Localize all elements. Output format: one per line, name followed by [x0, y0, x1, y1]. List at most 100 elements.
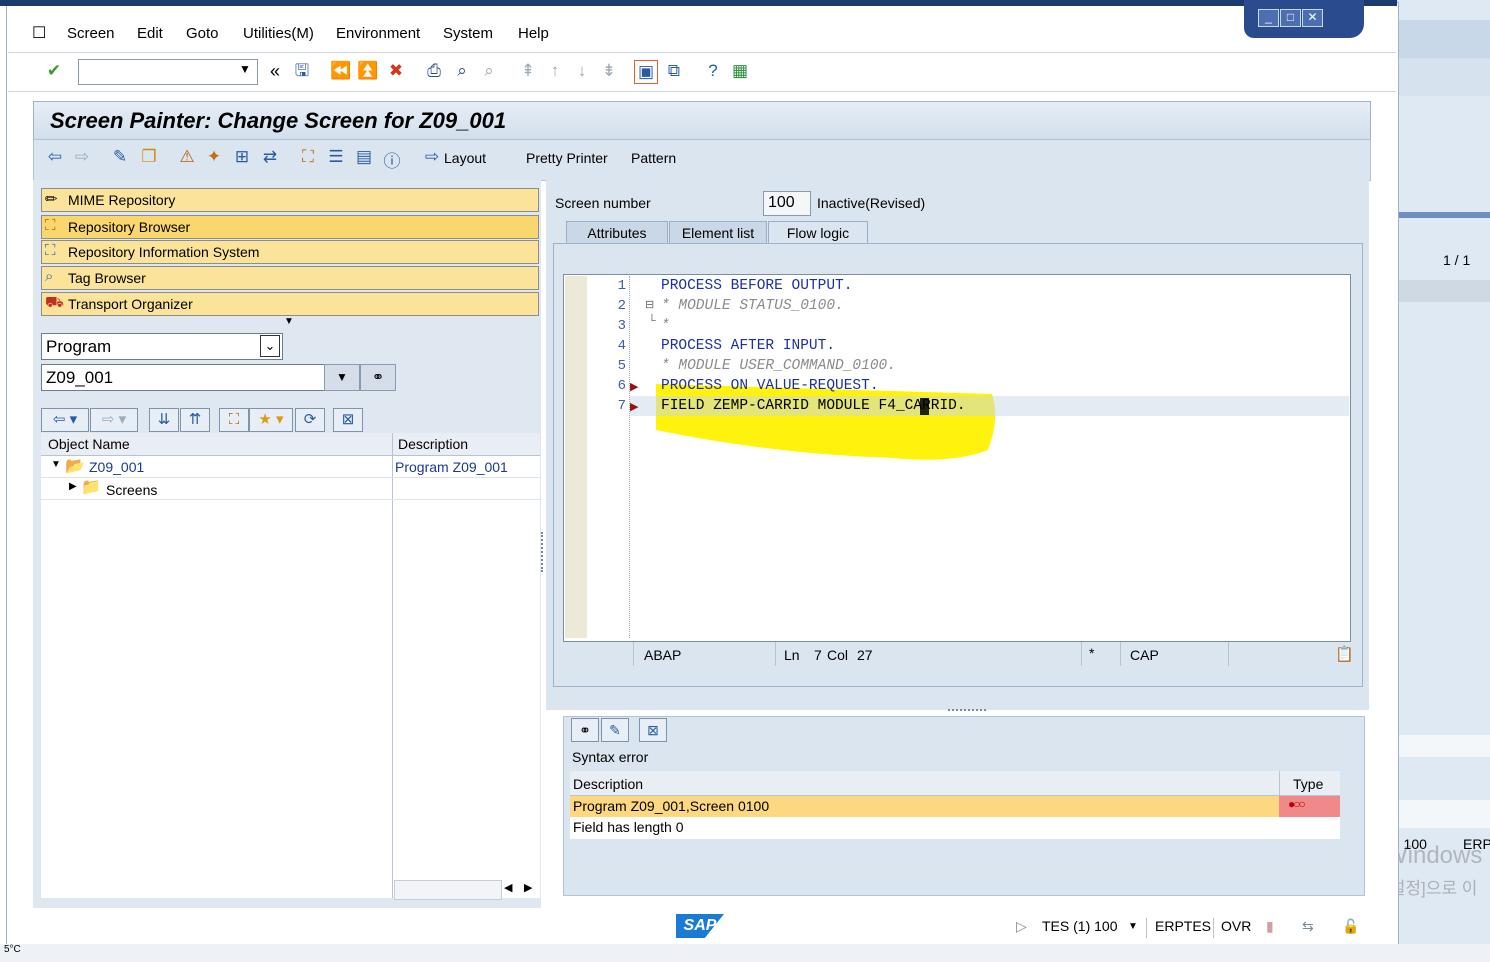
- table-row[interactable]: ▶ 📁 Screens: [41, 478, 540, 500]
- activate-icon[interactable]: ✦: [203, 147, 225, 167]
- display-glasses-icon[interactable]: ⚭: [360, 364, 396, 391]
- menu-icon[interactable]: ☐: [32, 23, 46, 43]
- print-icon[interactable]: ⎙: [423, 60, 445, 82]
- tab-flow-logic[interactable]: Flow logic: [768, 221, 868, 245]
- menu-system[interactable]: System: [443, 25, 493, 42]
- new-session-icon[interactable]: ▣: [634, 60, 658, 84]
- screen-number-field[interactable]: 100: [763, 191, 811, 216]
- favorites-star-icon[interactable]: ★ ▾: [249, 408, 293, 432]
- nav-mime-repository[interactable]: ✏ MIME Repository: [41, 188, 539, 212]
- nav-tag-browser[interactable]: ⌕ Tag Browser: [41, 266, 539, 290]
- element-list-icon[interactable]: ☰: [325, 147, 347, 167]
- customize-layout-icon[interactable]: ▦: [729, 60, 751, 82]
- col-description[interactable]: Description: [398, 436, 468, 452]
- display-error-icon[interactable]: ⚭: [571, 718, 599, 742]
- screen-status: Inactive(Revised): [817, 195, 926, 211]
- close-icon[interactable]: ✕: [1302, 9, 1323, 27]
- pattern-button[interactable]: Pattern: [631, 150, 676, 166]
- nav-transport-organizer[interactable]: ⛟ Transport Organizer: [41, 292, 539, 316]
- find-icon[interactable]: ⌕: [451, 60, 473, 82]
- tree-hierarchy-icon[interactable]: ⛶: [219, 408, 249, 432]
- menu-screen[interactable]: Screen: [67, 25, 115, 42]
- table-row[interactable]: Field has length 0: [570, 817, 1340, 838]
- menu-environment[interactable]: Environment: [336, 25, 420, 42]
- menu-goto[interactable]: Goto: [186, 25, 219, 42]
- display-change-icon[interactable]: ✎: [109, 147, 131, 167]
- insert-mode[interactable]: OVR: [1221, 918, 1251, 934]
- close-tree-icon[interactable]: ⊠: [333, 408, 363, 432]
- nav-more-icon[interactable]: ▼: [284, 316, 294, 327]
- fold-collapse-icon[interactable]: ⊟: [645, 298, 654, 311]
- collapse-all-icon[interactable]: ⇈: [180, 408, 210, 432]
- collapse-command-icon[interactable]: «: [264, 60, 286, 82]
- next-page-icon[interactable]: ↓: [571, 60, 593, 82]
- code-line[interactable]: * MODULE USER_COMMAND_0100.: [661, 358, 896, 374]
- col-object-name[interactable]: Object Name: [48, 436, 130, 452]
- where-used-icon[interactable]: ⇄: [259, 147, 281, 167]
- forward-arrow-icon[interactable]: ⇨: [71, 147, 93, 167]
- collapsed-triangle-icon[interactable]: ▶: [69, 481, 77, 492]
- system-info[interactable]: TES (1) 100: [1042, 918, 1117, 934]
- code-line[interactable]: PROCESS ON VALUE-REQUEST.: [661, 378, 879, 394]
- chevron-down-icon[interactable]: ▼: [239, 62, 251, 76]
- expand-all-icon[interactable]: ⇊: [149, 408, 179, 432]
- tree-back-icon[interactable]: ⇦ ▾: [41, 408, 89, 432]
- shortcut-icon[interactable]: ⧉: [663, 60, 685, 82]
- scroll-right-icon[interactable]: ▶: [524, 881, 532, 894]
- exit-icon[interactable]: ⏫: [357, 60, 379, 82]
- chevron-down-icon[interactable]: ⌄: [260, 335, 280, 357]
- help-icon[interactable]: ?: [702, 60, 724, 82]
- col-error-type[interactable]: Type: [1293, 776, 1323, 792]
- object-name-dropdown-icon[interactable]: ▼: [324, 364, 360, 391]
- table-row[interactable]: Program Z09_001,Screen 0100: [570, 796, 1279, 817]
- horizontal-splitter-handle[interactable]: [948, 709, 986, 715]
- tab-element-list[interactable]: Element list: [669, 221, 767, 245]
- command-field[interactable]: ▼: [78, 59, 258, 85]
- layout-button[interactable]: Layout: [444, 150, 486, 166]
- menu-edit[interactable]: Edit: [137, 25, 163, 42]
- close-error-panel-icon[interactable]: ⊠: [639, 718, 667, 742]
- tree-forward-icon[interactable]: ⇨ ▾: [90, 408, 138, 432]
- status-expand-icon[interactable]: ▷: [1016, 918, 1027, 935]
- horizontal-scrollbar[interactable]: [394, 880, 502, 900]
- nav-repository-info-system[interactable]: ⛶ Repository Information System: [41, 240, 539, 264]
- expand-triangle-icon[interactable]: ▼: [51, 459, 61, 470]
- menu-help[interactable]: Help: [518, 25, 549, 42]
- pretty-printer-button[interactable]: Pretty Printer: [526, 150, 608, 166]
- refresh-icon[interactable]: ⟳: [295, 408, 325, 432]
- menu-utilities[interactable]: Utilities(M): [243, 25, 314, 42]
- code-line[interactable]: PROCESS AFTER INPUT.: [661, 338, 835, 354]
- edit-pencil-icon[interactable]: ✎: [601, 718, 629, 742]
- code-line[interactable]: * MODULE STATUS_0100.: [661, 298, 844, 314]
- nav-repository-browser[interactable]: ⛶ Repository Browser: [41, 215, 539, 239]
- enter-check-icon[interactable]: ✔: [43, 60, 65, 82]
- last-page-icon[interactable]: ⇟: [598, 60, 620, 82]
- check-icon[interactable]: ⚠: [176, 147, 198, 167]
- tree-node-name[interactable]: Screens: [106, 482, 157, 498]
- find-next-icon[interactable]: ⌕: [478, 60, 500, 82]
- minimize-icon[interactable]: _: [1258, 9, 1279, 27]
- clipboard-icon[interactable]: 📋: [1335, 645, 1354, 663]
- col-error-description[interactable]: Description: [573, 776, 643, 792]
- info-icon[interactable]: ⓘ: [381, 147, 403, 172]
- object-type-select[interactable]: Program ⌄: [41, 333, 283, 360]
- object-name-input[interactable]: Z09_001: [41, 364, 325, 391]
- cancel-icon[interactable]: ✖: [385, 60, 407, 82]
- code-line[interactable]: *: [661, 318, 670, 334]
- back-icon[interactable]: ⏪: [330, 60, 352, 82]
- first-page-icon[interactable]: ⇞: [517, 60, 539, 82]
- previous-page-icon[interactable]: ↑: [544, 60, 566, 82]
- code-line[interactable]: PROCESS BEFORE OUTPUT.: [661, 278, 852, 294]
- scroll-left-icon[interactable]: ◀: [504, 881, 512, 894]
- maximize-icon[interactable]: □: [1280, 9, 1301, 27]
- back-arrow-icon[interactable]: ⇦: [44, 147, 66, 167]
- test-icon[interactable]: ⊞: [231, 147, 253, 167]
- chevron-down-icon[interactable]: ▼: [1128, 921, 1138, 932]
- save-icon[interactable]: 🖫: [291, 60, 313, 82]
- table-icon[interactable]: ▤: [353, 147, 375, 167]
- tab-attributes[interactable]: Attributes: [566, 221, 668, 245]
- table-row[interactable]: ▼ 📂 Z09_001 Program Z09_001: [41, 456, 540, 478]
- tree-node-name[interactable]: Z09_001: [89, 459, 144, 475]
- other-object-icon[interactable]: ❐: [138, 147, 160, 167]
- hierarchy-icon[interactable]: ⛶: [297, 147, 319, 167]
